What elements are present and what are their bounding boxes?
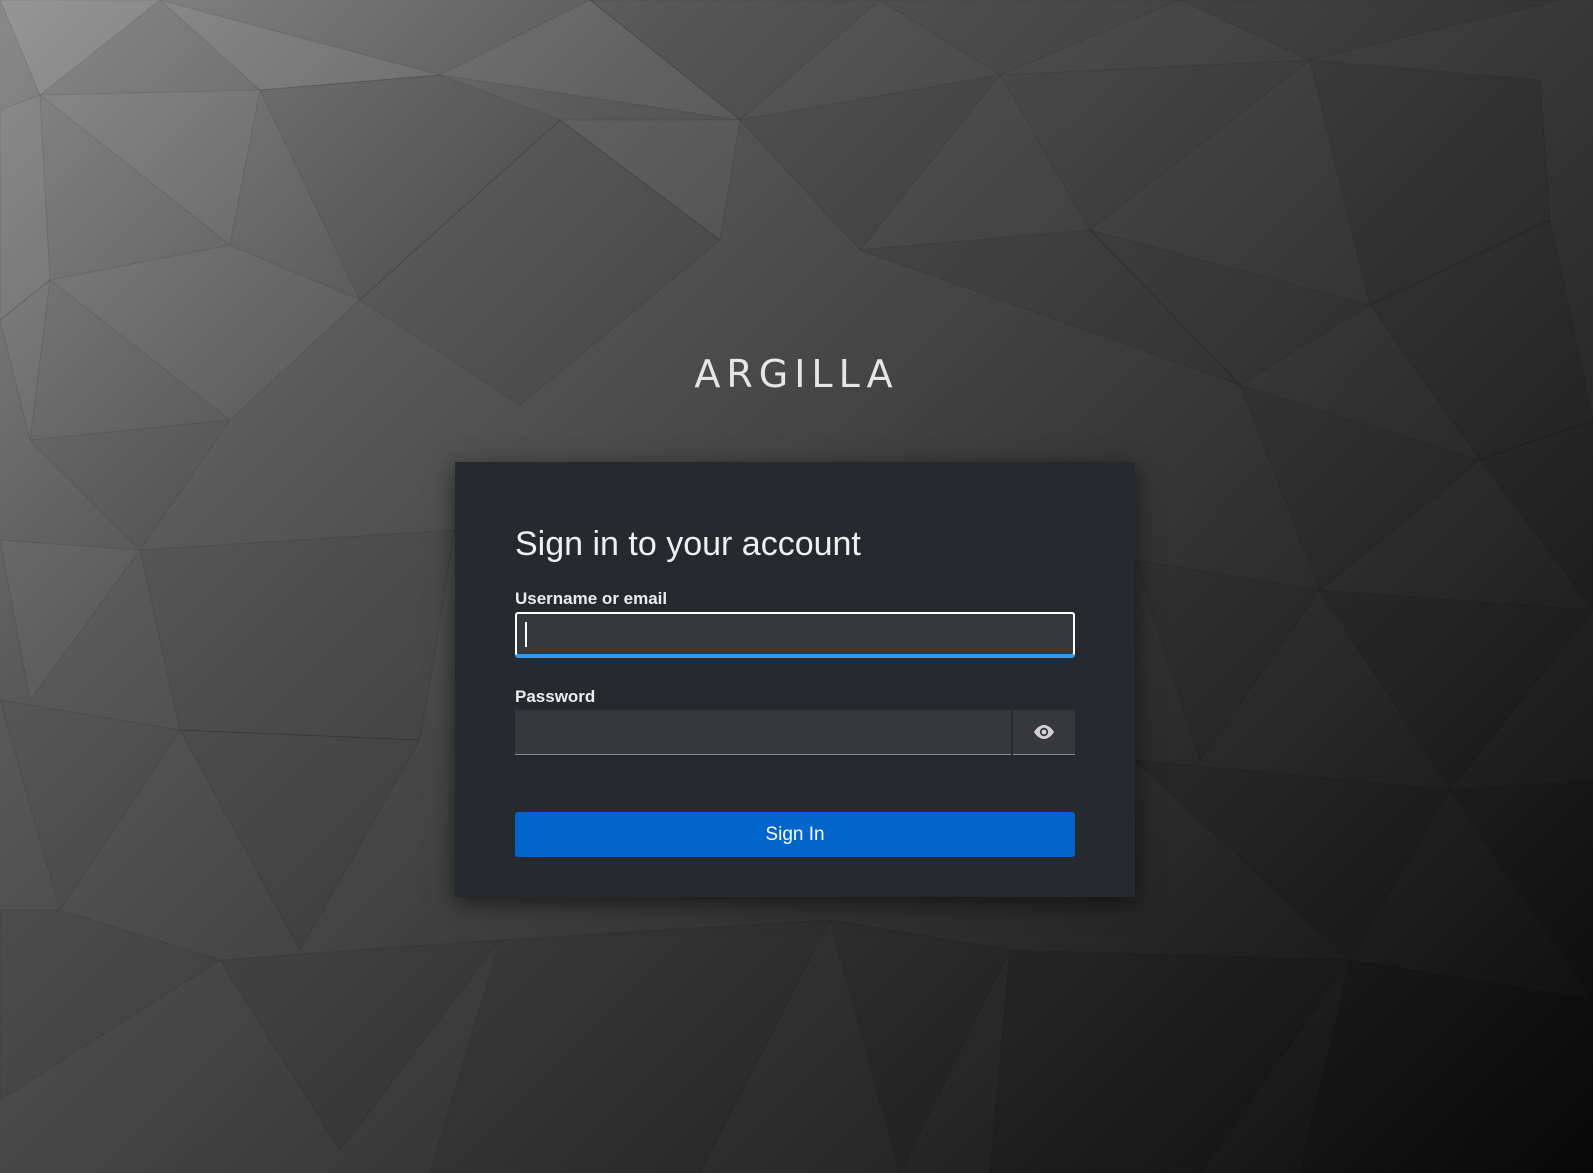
- username-label: Username or email: [515, 589, 668, 608]
- text-cursor: [525, 622, 527, 647]
- show-password-button[interactable]: [1013, 710, 1075, 755]
- login-card: Sign in to your account Username or emai…: [455, 462, 1135, 897]
- eye-icon: [1034, 725, 1054, 739]
- password-label: Password: [515, 687, 596, 706]
- page-title: Sign in to your account: [515, 525, 861, 563]
- sign-in-button[interactable]: Sign In: [515, 812, 1075, 857]
- brand-logo-text: ARGILLA: [694, 352, 899, 396]
- password-input[interactable]: [515, 710, 1011, 755]
- username-input[interactable]: [515, 612, 1075, 656]
